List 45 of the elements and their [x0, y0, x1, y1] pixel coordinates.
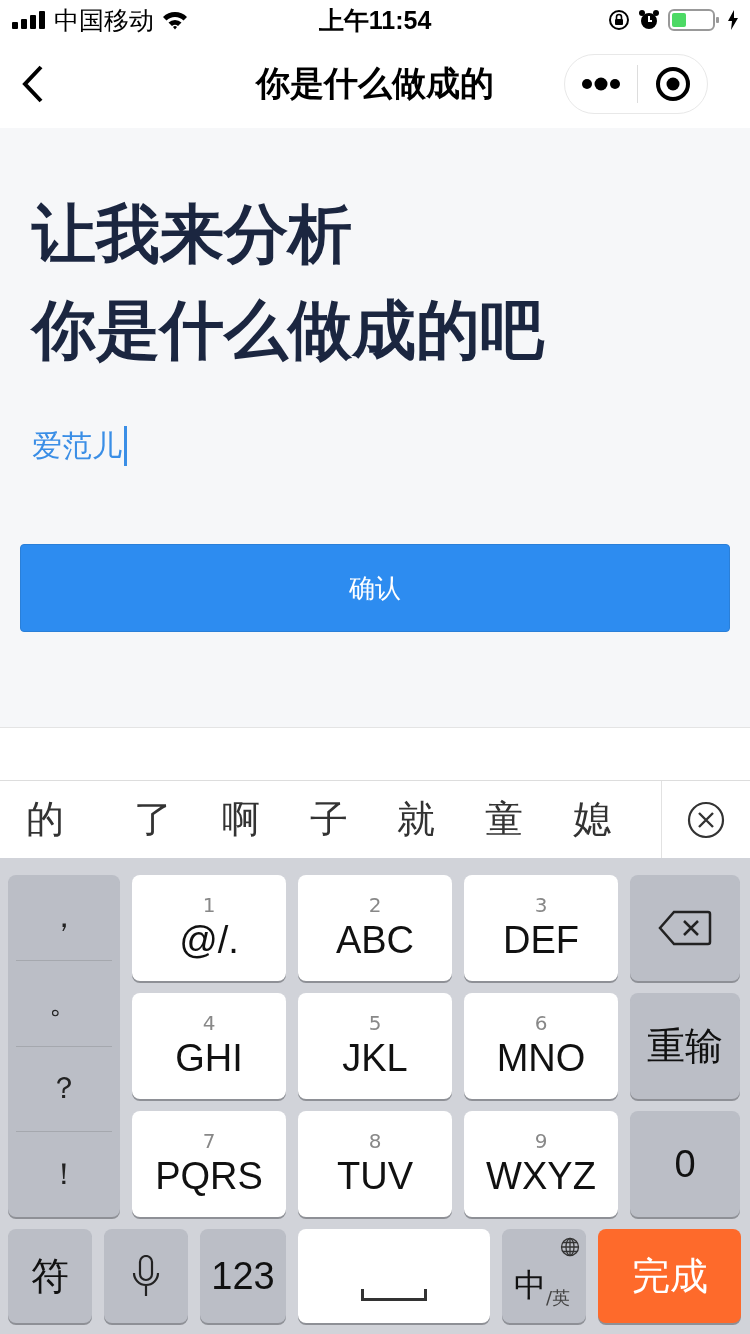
candidate-word[interactable]: 子 — [309, 794, 398, 845]
carrier-name: 中国移动 — [54, 4, 154, 37]
backspace-icon — [658, 910, 712, 946]
headline-text: 你是什么做成的吧 — [32, 292, 546, 369]
keyboard-key[interactable]: 123 — [200, 1229, 286, 1323]
close-icon[interactable] — [687, 800, 725, 839]
punctuation-key[interactable]: 。 — [16, 960, 112, 1047]
globe-icon — [560, 1237, 580, 1257]
keyboard-key[interactable]: 重输 — [630, 993, 740, 1099]
candidate-word[interactable]: 童 — [485, 794, 574, 845]
keypad-key[interactable]: 3 DEF — [464, 875, 618, 981]
keypad-key[interactable]: 9 WXYZ — [464, 1111, 618, 1217]
microphone-key[interactable] — [104, 1229, 188, 1323]
punctuation-key[interactable]: ！ — [16, 1132, 112, 1217]
page-title: 你是什么做成的 — [256, 62, 494, 105]
keypad-key[interactable]: 6 MNO — [464, 993, 618, 1099]
more-icon[interactable] — [581, 77, 622, 91]
punctuation-key[interactable]: ？ — [16, 1046, 112, 1133]
space-icon — [361, 1289, 427, 1301]
candidate-word[interactable]: 啊 — [221, 794, 310, 845]
alarm-icon — [638, 9, 660, 31]
candidate-word[interactable]: 的 — [26, 794, 134, 845]
signal-icon — [12, 11, 46, 29]
keyboard-key[interactable]: 0 — [630, 1111, 740, 1217]
headline-text: 让我来分析 — [32, 196, 353, 273]
candidate-word[interactable]: 了 — [133, 794, 222, 845]
close-miniprogram-icon[interactable] — [654, 66, 691, 102]
status-time: 上午11:54 — [318, 4, 432, 36]
battery-icon — [668, 9, 720, 31]
keypad-key[interactable]: 2 ABC — [298, 875, 452, 981]
back-icon[interactable] — [22, 65, 44, 103]
delete-key[interactable] — [630, 875, 740, 981]
candidate-word[interactable]: 媳 — [573, 794, 661, 845]
microphone-icon — [131, 1255, 161, 1297]
charging-icon — [728, 10, 738, 30]
candidate-word[interactable]: 就 — [397, 794, 486, 845]
rotation-lock-icon — [608, 9, 630, 31]
keypad-key[interactable]: 8 TUV — [298, 1111, 452, 1217]
keypad-key[interactable]: 7 PQRS — [132, 1111, 286, 1217]
wifi-icon — [162, 10, 188, 30]
keyboard-key[interactable]: 符 — [8, 1229, 92, 1323]
keypad-key[interactable]: 5 JKL — [298, 993, 452, 1099]
keypad-key[interactable]: 4 GHI — [132, 993, 286, 1099]
punctuation-key[interactable]: ， — [16, 875, 112, 961]
keypad-key[interactable]: 1 @/. — [132, 875, 286, 981]
